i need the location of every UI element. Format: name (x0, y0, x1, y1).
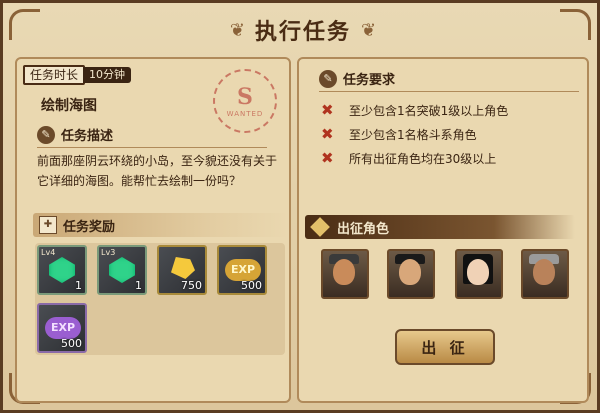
diamond-icon (310, 217, 330, 237)
description-heading-label: 任务描述 (61, 129, 114, 144)
mission-duration: 任务时长 10分钟 (23, 65, 132, 85)
heroes-heading-label: 出征角色 (337, 221, 390, 237)
reward-count: 750 (181, 279, 202, 292)
cross-icon: ✖ (321, 101, 334, 119)
description-heading: ✎ 任务描述 (37, 125, 267, 148)
mission-requirements-panel: ✎ 任务要求 ✖ 至少包含1名突破1级以上角色 ✖ 至少包含1名格斗系角色 ✖ … (297, 57, 589, 403)
hero-slot[interactable] (321, 249, 369, 299)
reward-level: Lv4 (41, 248, 56, 257)
hero-face (399, 259, 421, 285)
quill-icon: ✎ (319, 69, 337, 88)
stamp-text: WANTED (226, 110, 264, 118)
reward-item[interactable]: Lv3 1 (97, 245, 147, 295)
requirements-heading-label: 任务要求 (343, 73, 396, 88)
window-title: 执行任务 (254, 20, 351, 45)
frame-corner (9, 9, 40, 40)
reward-item[interactable]: 750 (157, 245, 207, 295)
divider (37, 147, 267, 148)
requirement-item: ✖ 至少包含1名格斗系角色 (321, 125, 477, 143)
gift-icon: ✚ (39, 216, 57, 234)
green-gem-icon (109, 257, 135, 283)
ornament-icon: ❦ (361, 19, 377, 41)
reward-count: 500 (61, 337, 82, 350)
mission-name: 绘制海图 (41, 98, 97, 114)
green-gem-icon (49, 257, 75, 283)
requirement-item: ✖ 至少包含1名突破1级以上角色 (321, 101, 508, 119)
duration-label: 任务时长 (23, 65, 86, 85)
mission-window: ❦ 执行任务 ❦ 任务时长 10分钟 绘制海图 S WANTED ✎ 任务描述 … (0, 0, 600, 413)
mission-description: 前面那座阴云环绕的小岛，至今貌还没有关于它详细的海图。能帮忙去绘制一份吗？ (37, 154, 278, 188)
quill-icon: ✎ (37, 125, 55, 144)
hero-slot[interactable] (455, 249, 503, 299)
reward-count: 1 (135, 279, 142, 292)
rewards-heading-label: 任务奖励 (63, 219, 116, 235)
reward-count: 500 (241, 279, 262, 292)
requirement-text: 所有出征角色均在30级以上 (349, 151, 497, 166)
ornament-icon: ❦ (229, 19, 245, 41)
requirements-heading: ✎ 任务要求 (319, 69, 579, 92)
hero-slot[interactable] (387, 249, 435, 299)
hero-face (533, 259, 555, 285)
deploy-button[interactable]: 出 征 (395, 329, 495, 365)
duration-value: 10分钟 (83, 67, 132, 83)
reward-item[interactable]: EXP 500 (37, 303, 87, 353)
requirement-text: 至少包含1名格斗系角色 (349, 127, 477, 142)
reward-item[interactable]: Lv4 1 (37, 245, 87, 295)
requirement-text: 至少包含1名突破1级以上角色 (349, 103, 509, 118)
reward-count: 1 (75, 279, 82, 292)
reward-level: Lv3 (101, 248, 116, 257)
reward-item[interactable]: EXP 500 (217, 245, 267, 295)
cross-icon: ✖ (321, 125, 334, 143)
rewards-heading: ✚ 任务奖励 (33, 213, 289, 237)
hero-slot[interactable] (521, 249, 569, 299)
gold-nugget-icon (171, 257, 195, 279)
wanted-stamp-icon: S WANTED (213, 69, 277, 133)
cross-icon: ✖ (321, 149, 334, 167)
requirement-item: ✖ 所有出征角色均在30级以上 (321, 149, 496, 167)
heroes-heading: 出征角色 (305, 215, 575, 239)
stamp-letter: S (237, 84, 253, 110)
title-bar: ❦ 执行任务 ❦ (153, 9, 453, 51)
frame-corner (560, 9, 591, 40)
hero-face (333, 259, 355, 285)
rewards-grid: Lv4 1 Lv3 1 750 EXP 500 EXP 500 (35, 243, 285, 355)
mission-info-panel: 任务时长 10分钟 绘制海图 S WANTED ✎ 任务描述 前面那座阴云环绕的… (15, 57, 291, 403)
exp-purple-icon: EXP (45, 317, 81, 339)
exp-gold-icon: EXP (225, 259, 261, 281)
divider (319, 91, 579, 92)
hero-face (467, 259, 489, 285)
